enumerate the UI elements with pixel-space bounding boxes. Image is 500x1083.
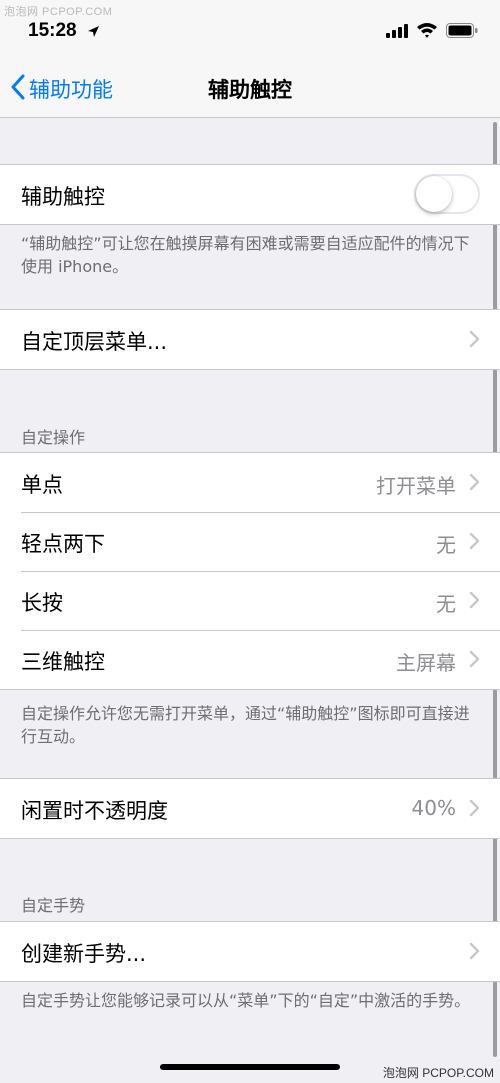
action-value: 打开菜单	[376, 474, 456, 498]
chevron-right-icon	[469, 330, 480, 352]
status-time: 15:28	[28, 20, 77, 41]
watermark-top: 泡泡网 PCPOP.COM	[4, 6, 113, 18]
action-label: 轻点两下	[21, 532, 105, 556]
action-value: 主屏幕	[396, 651, 456, 675]
chevron-right-icon	[469, 650, 480, 672]
page-title: 辅助触控	[208, 78, 292, 102]
home-indicator[interactable]	[160, 1064, 340, 1070]
custom-gestures-header: 自定手势	[21, 896, 86, 915]
action-value: 无	[436, 533, 456, 557]
custom-actions-footnote: 自定操作允许您无需打开菜单，通过“辅助触控”图标即可直接进行互动。	[21, 704, 470, 746]
idle-opacity-group: 闲置时不透明度 40%	[0, 778, 500, 839]
battery-icon	[446, 22, 478, 42]
chevron-right-icon	[469, 591, 480, 613]
action-row-single-tap[interactable]: 单点 打开菜单	[0, 453, 500, 512]
chevron-right-icon	[469, 942, 480, 964]
customize-top-menu-label: 自定顶层菜单...	[21, 330, 168, 354]
assistive-touch-row: 辅助触控	[0, 165, 500, 224]
custom-actions-header: 自定操作	[21, 428, 86, 447]
top-menu-group: 自定顶层菜单...	[0, 309, 500, 370]
chevron-right-icon	[469, 473, 480, 495]
custom-gestures-group: 创建新手势...	[0, 921, 500, 982]
wifi-icon	[416, 22, 438, 42]
create-gesture-row[interactable]: 创建新手势...	[0, 922, 500, 981]
assistive-touch-group: 辅助触控	[0, 164, 500, 225]
idle-opacity-value: 40%	[411, 796, 456, 820]
chevron-right-icon	[469, 799, 480, 821]
action-value: 无	[436, 592, 456, 616]
assistive-touch-footnote: “辅助触控”可让您在触摸屏幕有困难或需要自适应配件的情况下使用 iPhone。	[21, 234, 470, 276]
create-gesture-label: 创建新手势...	[21, 942, 147, 966]
navigation-bar: 辅助功能 辅助触控	[0, 62, 500, 118]
custom-gestures-footnote: 自定手势让您能够记录可以从“菜单”下的“自定”中激活的手势。	[21, 991, 471, 1010]
action-label: 单点	[21, 473, 63, 497]
action-row-3d-touch[interactable]: 三维触控 主屏幕	[0, 630, 500, 689]
assistive-touch-label: 辅助触控	[21, 185, 105, 209]
action-row-double-tap[interactable]: 轻点两下 无	[0, 512, 500, 571]
chevron-right-icon	[469, 532, 480, 554]
custom-actions-group: 单点 打开菜单 轻点两下 无 长按 无 三维触控 主屏幕	[0, 452, 500, 690]
watermark-bottom: 泡泡网 PCPOP.COM	[382, 1066, 494, 1080]
action-label: 长按	[21, 591, 63, 615]
idle-opacity-row[interactable]: 闲置时不透明度 40%	[0, 779, 500, 838]
status-bar: 泡泡网 PCPOP.COM 15:28	[0, 0, 500, 62]
customize-top-menu-row[interactable]: 自定顶层菜单...	[0, 310, 500, 369]
idle-opacity-label: 闲置时不透明度	[21, 799, 168, 823]
assistive-touch-toggle[interactable]	[414, 174, 480, 214]
action-row-long-press[interactable]: 长按 无	[0, 571, 500, 630]
action-label: 三维触控	[21, 650, 105, 674]
location-arrow-icon	[87, 23, 100, 42]
signal-bars-icon	[386, 23, 408, 42]
toggle-knob	[416, 176, 452, 212]
